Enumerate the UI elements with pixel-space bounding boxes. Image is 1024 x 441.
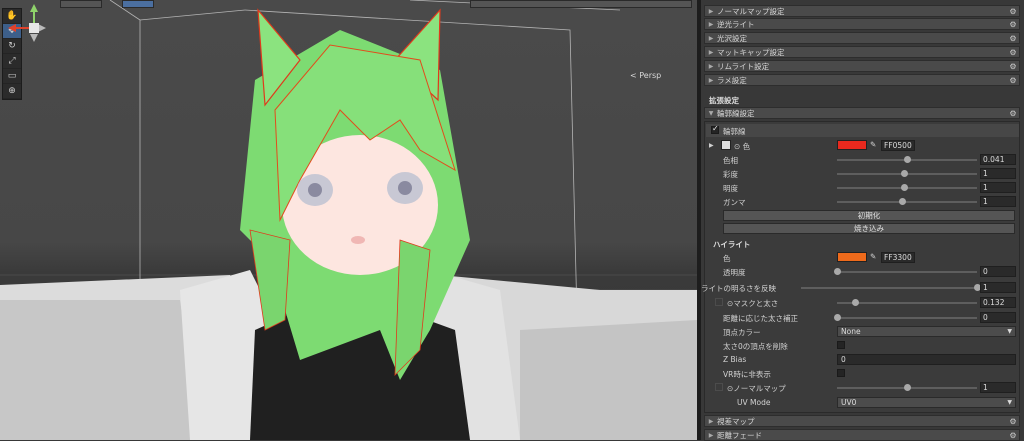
expand-arrow-icon: ▶ bbox=[708, 48, 714, 56]
orientation-gizmo-icon[interactable] bbox=[0, 0, 70, 70]
eyedropper-icon[interactable]: ✎ bbox=[870, 252, 876, 261]
expand-arrow-icon: ▶ bbox=[708, 34, 714, 42]
outline-color-row: ▶ ⊙ 色 ✎ FF0500 bbox=[701, 139, 1024, 152]
mask-texture-slot[interactable] bbox=[715, 298, 723, 306]
outline-checkbox[interactable] bbox=[711, 124, 719, 134]
section-normal-map[interactable]: ▶ ノーマルマップ設定 ⚙ bbox=[704, 5, 1020, 17]
gear-icon[interactable]: ⚙ bbox=[1007, 109, 1019, 118]
outline-color-swatch[interactable] bbox=[837, 140, 867, 150]
gear-icon[interactable]: ⚙ bbox=[1007, 417, 1019, 426]
distance-width-slider-row: 距離に応じた太さ補正 0 bbox=[701, 311, 1024, 324]
brightness-value-field[interactable]: 1 bbox=[980, 182, 1016, 193]
reset-button[interactable]: 初期化 bbox=[723, 210, 1015, 221]
light-invert-value-field[interactable]: 1 bbox=[980, 282, 1016, 293]
uv-mode-row: UV Mode UV0 ▼ bbox=[701, 396, 1024, 409]
scene-view[interactable]: ✋ ✥ ↻ ⤢ ▭ ⊕ < Persp bbox=[0, 0, 697, 440]
bake-button[interactable]: 焼き込み bbox=[723, 223, 1015, 234]
expand-arrow-icon: ▶ bbox=[708, 431, 714, 439]
delete-zero-checkbox[interactable] bbox=[837, 341, 845, 349]
gear-icon[interactable]: ⚙ bbox=[1007, 62, 1019, 71]
gamma-slider-knob[interactable] bbox=[899, 198, 907, 205]
mask-width-slider-knob[interactable] bbox=[851, 299, 859, 306]
expand-arrow-icon: ▶ bbox=[708, 62, 714, 70]
outline-toggle-row: 輪郭線 bbox=[701, 124, 1024, 137]
gear-icon[interactable]: ⚙ bbox=[1007, 431, 1019, 440]
normal-map-texture-slot[interactable] bbox=[715, 383, 723, 391]
normal-map-value-field[interactable]: 1 bbox=[980, 382, 1016, 393]
saturation-slider-knob[interactable] bbox=[900, 170, 908, 177]
vr-hide-row: VR時に非表示 bbox=[701, 367, 1024, 380]
mask-width-value-field[interactable]: 0.132 bbox=[980, 297, 1016, 308]
transform-tool-icon[interactable]: ⊕ bbox=[3, 84, 21, 99]
collapse-arrow-icon: ▼ bbox=[708, 109, 714, 117]
saturation-value-field[interactable]: 1 bbox=[980, 168, 1016, 179]
expand-arrow-icon: ▶ bbox=[708, 417, 714, 425]
section-backlight[interactable]: ▶ 逆光ライト ⚙ bbox=[704, 18, 1020, 30]
vertex-color-row: 頂点カラー None ▼ bbox=[701, 325, 1024, 338]
highlight-color-hex-field[interactable]: FF3300 bbox=[881, 252, 915, 263]
hue-slider-knob[interactable] bbox=[903, 156, 911, 163]
texture-slot-icon[interactable] bbox=[721, 140, 731, 150]
section-outline-settings[interactable]: ▼ 輪郭線設定 ⚙ bbox=[704, 107, 1020, 119]
highlight-color-swatch[interactable] bbox=[837, 252, 867, 262]
distance-width-slider-knob[interactable] bbox=[833, 314, 841, 321]
brightness-slider-row: 明度 1 bbox=[701, 181, 1024, 194]
section-distance-fade[interactable]: ▶ 距離フェード ⚙ bbox=[704, 429, 1020, 441]
projection-label[interactable]: < Persp bbox=[630, 71, 661, 80]
highlight-heading: ハイライト bbox=[713, 240, 751, 249]
extended-settings-heading: 拡張設定 bbox=[709, 96, 739, 105]
transparency-slider-row: 透明度 0 bbox=[701, 265, 1024, 278]
normal-map-slider-knob[interactable] bbox=[903, 384, 911, 391]
dropdown-arrow-icon: ▼ bbox=[1007, 399, 1012, 406]
section-matcap[interactable]: ▶ マットキャップ設定 ⚙ bbox=[704, 46, 1020, 58]
gear-icon[interactable]: ⚙ bbox=[1007, 48, 1019, 57]
expand-arrow-icon: ▶ bbox=[708, 7, 714, 15]
gamma-value-field[interactable]: 1 bbox=[980, 196, 1016, 207]
distance-width-value-field[interactable]: 0 bbox=[980, 312, 1016, 323]
light-invert-slider-row: ライトの明るさを反映 1 bbox=[701, 281, 1024, 294]
uv-mode-dropdown[interactable]: UV0 ▼ bbox=[837, 397, 1016, 408]
saturation-slider-row: 彩度 1 bbox=[701, 167, 1024, 180]
toolbar-stub bbox=[470, 0, 692, 8]
mask-width-slider-row: ⊙マスクと太さ 0.132 bbox=[701, 296, 1024, 309]
light-invert-slider-track[interactable] bbox=[801, 287, 977, 289]
scene-viewport-art bbox=[0, 0, 697, 440]
expand-arrow-icon: ▶ bbox=[708, 20, 714, 28]
section-rimlight[interactable]: ▶ リムライト設定 ⚙ bbox=[704, 60, 1020, 72]
transparency-slider-knob[interactable] bbox=[833, 268, 841, 275]
delete-zero-row: 太さ0の頂点を削除 bbox=[701, 339, 1024, 352]
gear-icon[interactable]: ⚙ bbox=[1007, 76, 1019, 85]
toolbar-stub bbox=[122, 0, 154, 8]
outline-color-hex-field[interactable]: FF0500 bbox=[881, 140, 915, 151]
zbias-row: Z Bias 0 bbox=[701, 353, 1024, 366]
dropdown-arrow-icon: ▼ bbox=[1007, 328, 1012, 335]
vertex-color-dropdown[interactable]: None ▼ bbox=[837, 326, 1016, 337]
highlight-color-row: 色 ✎ FF3300 bbox=[701, 251, 1024, 264]
section-glitter[interactable]: ▶ ラメ設定 ⚙ bbox=[704, 74, 1020, 86]
normal-map-slider-row: ⊙ノーマルマップ 1 bbox=[701, 381, 1024, 394]
gamma-slider-track[interactable] bbox=[837, 201, 977, 203]
rect-tool-icon[interactable]: ▭ bbox=[3, 69, 21, 84]
eyedropper-icon[interactable]: ✎ bbox=[870, 140, 876, 149]
expand-arrow-icon[interactable]: ▶ bbox=[709, 142, 714, 149]
section-gloss[interactable]: ▶ 光沢設定 ⚙ bbox=[704, 32, 1020, 44]
inspector-panel: ▶ ノーマルマップ設定 ⚙ ▶ 逆光ライト ⚙ ▶ 光沢設定 ⚙ ▶ マットキャップ設定 ⚙ ▶… bbox=[701, 0, 1024, 441]
gear-icon[interactable]: ⚙ bbox=[1007, 34, 1019, 43]
brightness-slider-knob[interactable] bbox=[900, 184, 908, 191]
hue-value-field[interactable]: 0.041 bbox=[980, 154, 1016, 165]
expand-arrow-icon: ▶ bbox=[708, 76, 714, 84]
transparency-slider-track[interactable] bbox=[837, 271, 977, 273]
zbias-field[interactable]: 0 bbox=[837, 354, 1016, 365]
gamma-slider-row: ガンマ 1 bbox=[701, 195, 1024, 208]
gear-icon[interactable]: ⚙ bbox=[1007, 20, 1019, 29]
vr-hide-checkbox[interactable] bbox=[837, 369, 845, 377]
distance-width-slider-track[interactable] bbox=[837, 317, 977, 319]
hue-slider-row: 色相 0.041 bbox=[701, 153, 1024, 166]
section-parallax-map[interactable]: ▶ 視差マップ ⚙ bbox=[704, 415, 1020, 427]
transparency-value-field[interactable]: 0 bbox=[980, 266, 1016, 277]
gear-icon[interactable]: ⚙ bbox=[1007, 7, 1019, 16]
